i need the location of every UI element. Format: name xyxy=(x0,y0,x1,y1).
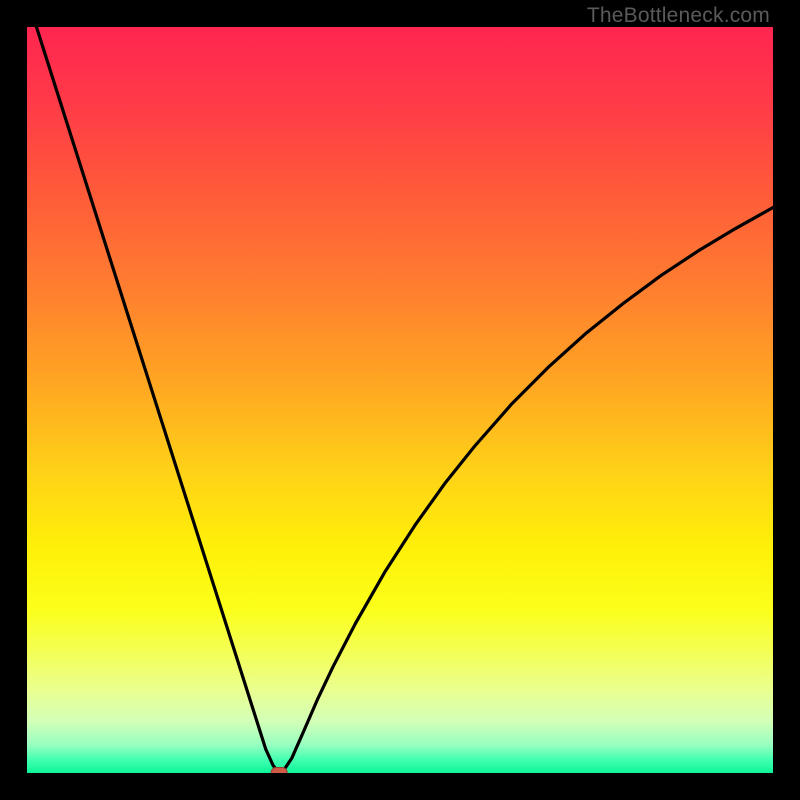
chart-frame: TheBottleneck.com xyxy=(0,0,800,800)
gradient-background xyxy=(27,27,773,773)
optimal-point-marker xyxy=(271,768,287,774)
watermark-text: TheBottleneck.com xyxy=(587,4,770,28)
plot-area xyxy=(27,27,773,773)
chart-svg xyxy=(27,27,773,773)
